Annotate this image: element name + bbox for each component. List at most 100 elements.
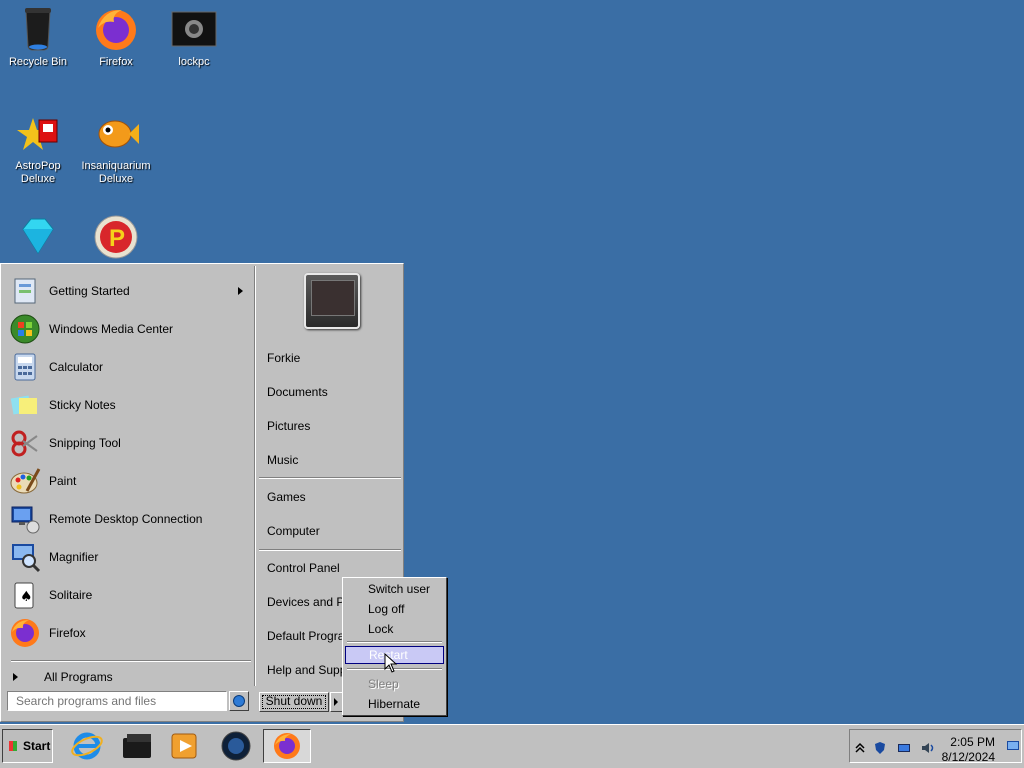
program-label: Paint: [49, 474, 77, 488]
link-music[interactable]: Music: [267, 453, 403, 467]
remote-desktop-icon: [9, 503, 41, 535]
menu-item-sleep: Sleep: [368, 677, 399, 691]
program-remote-desktop[interactable]: Remote Desktop Connection: [9, 501, 253, 537]
menu-separator: [347, 641, 442, 643]
goldfish-icon: [93, 110, 139, 156]
desktop-icon-recycle-bin[interactable]: Recycle Bin: [0, 6, 76, 69]
mouse-pointer-icon: [384, 653, 398, 673]
start-button[interactable]: Start: [2, 729, 53, 763]
system-tray: 2:05 PM 8/12/2024: [849, 729, 1022, 765]
program-calculator[interactable]: Calculator: [9, 349, 253, 385]
search-input[interactable]: [7, 691, 227, 711]
expand-arrow-icon: [13, 673, 18, 681]
program-label: Solitaire: [49, 588, 93, 602]
program-label: Windows Media Center: [49, 322, 174, 336]
program-windows-media-center[interactable]: Windows Media Center: [9, 311, 253, 347]
orb-icon: [221, 731, 251, 761]
program-label: Firefox: [49, 626, 86, 640]
desktop-icon-label: Firefox: [99, 56, 133, 68]
sticky-notes-icon: [9, 389, 41, 421]
separator: [11, 660, 251, 662]
program-paint[interactable]: Paint: [9, 463, 253, 499]
menu-item-log-off[interactable]: Log off: [345, 600, 444, 618]
separator: [259, 477, 401, 479]
network-icon[interactable]: [898, 742, 910, 754]
scissors-icon: [9, 427, 41, 459]
peggle-icon: P: [93, 213, 139, 259]
program-firefox[interactable]: Firefox: [9, 615, 253, 651]
diamond-icon: [15, 213, 61, 259]
svg-text:♠: ♠: [20, 589, 33, 605]
link-games[interactable]: Games: [267, 490, 403, 504]
desktop-icon-lockpc[interactable]: lockpc: [156, 6, 232, 69]
magnifier-icon: [9, 541, 41, 573]
search-button[interactable]: [229, 691, 249, 711]
volume-icon[interactable]: [922, 742, 934, 754]
link-user-folder[interactable]: Forkie: [267, 351, 403, 365]
clock[interactable]: 2:05 PM 8/12/2024: [942, 735, 995, 765]
link-computer[interactable]: Computer: [267, 524, 403, 538]
media-player-icon: [171, 733, 197, 759]
lockpc-icon: [171, 6, 217, 52]
firefox-icon: [9, 617, 41, 649]
internet-explorer-icon: [71, 732, 103, 760]
program-solitaire[interactable]: ♠ Solitaire: [9, 577, 253, 613]
separator: [259, 549, 401, 551]
taskbar-orb-app[interactable]: [217, 729, 255, 763]
start-label: Start: [23, 739, 51, 753]
menu-item-hibernate[interactable]: Hibernate: [345, 695, 444, 713]
program-getting-started[interactable]: Getting Started: [9, 273, 253, 309]
getting-started-icon: [9, 275, 41, 307]
link-pictures[interactable]: Pictures: [267, 419, 403, 433]
desktop-icon-peggle[interactable]: P: [78, 213, 154, 263]
program-magnifier[interactable]: Magnifier: [9, 539, 253, 575]
desktop-icon-label: lockpc: [178, 56, 210, 68]
firefox-icon: [93, 6, 139, 52]
folder-icon: [123, 734, 151, 758]
program-label: Sticky Notes: [49, 398, 116, 412]
desktop-icon-astropop[interactable]: AstroPop Deluxe: [0, 110, 76, 186]
taskbar-internet-explorer[interactable]: [68, 729, 106, 763]
program-snipping-tool[interactable]: Snipping Tool: [9, 425, 253, 461]
menu-item-lock[interactable]: Lock: [345, 620, 444, 638]
start-menu-programs-pane: Getting Started Windows Media Center Cal…: [3, 268, 253, 684]
recycle-bin-icon: [15, 6, 61, 52]
windows-flag-icon: [9, 741, 17, 751]
astropop-icon: [15, 110, 61, 156]
firefox-icon: [274, 733, 300, 759]
show-hidden-icons-chevron-icon[interactable]: [854, 742, 866, 754]
all-programs-label: All Programs: [44, 670, 113, 684]
search-icon: [233, 695, 245, 707]
desktop-icon-label: AstroPop Deluxe: [15, 160, 61, 185]
all-programs-button[interactable]: All Programs: [13, 668, 243, 686]
taskbar-folder[interactable]: [117, 729, 155, 763]
desktop-icon-firefox[interactable]: Firefox: [78, 6, 154, 69]
desktop-icon-label: Recycle Bin: [8, 56, 68, 68]
media-center-icon: [9, 313, 41, 345]
shield-icon[interactable]: [874, 742, 886, 754]
pane-divider: [254, 266, 256, 686]
link-control-panel[interactable]: Control Panel: [267, 561, 403, 575]
program-label: Magnifier: [49, 550, 99, 564]
show-desktop-icon[interactable]: [1007, 740, 1019, 752]
submenu-arrow-icon: [238, 287, 243, 295]
calculator-icon: [9, 351, 41, 383]
desktop-icon-insaniquarium[interactable]: Insaniquarium Deluxe: [78, 110, 154, 186]
taskbar-media-player[interactable]: [166, 729, 204, 763]
desktop-icon-gem[interactable]: [0, 213, 76, 263]
program-label: Getting Started: [49, 284, 130, 298]
menu-item-switch-user[interactable]: Switch user: [345, 580, 444, 598]
svg-text:P: P: [109, 225, 125, 252]
taskbar: Start 2:05 PM 8/12/2024: [0, 724, 1024, 768]
program-label: Calculator: [49, 360, 104, 374]
program-sticky-notes[interactable]: Sticky Notes: [9, 387, 253, 423]
desktop-icon-label: Insaniquarium Deluxe: [81, 160, 151, 185]
taskbar-firefox[interactable]: [263, 729, 311, 763]
clock-time: 2:05 PM: [950, 735, 995, 749]
link-documents[interactable]: Documents: [267, 385, 403, 399]
clock-date: 8/12/2024: [941, 750, 995, 764]
user-picture-avatar[interactable]: [304, 273, 360, 329]
shutdown-options-menu: Switch user Log off Lock Restart Sleep H…: [342, 577, 447, 716]
paint-palette-icon: [9, 465, 41, 497]
shutdown-button[interactable]: Shut down: [259, 692, 329, 712]
